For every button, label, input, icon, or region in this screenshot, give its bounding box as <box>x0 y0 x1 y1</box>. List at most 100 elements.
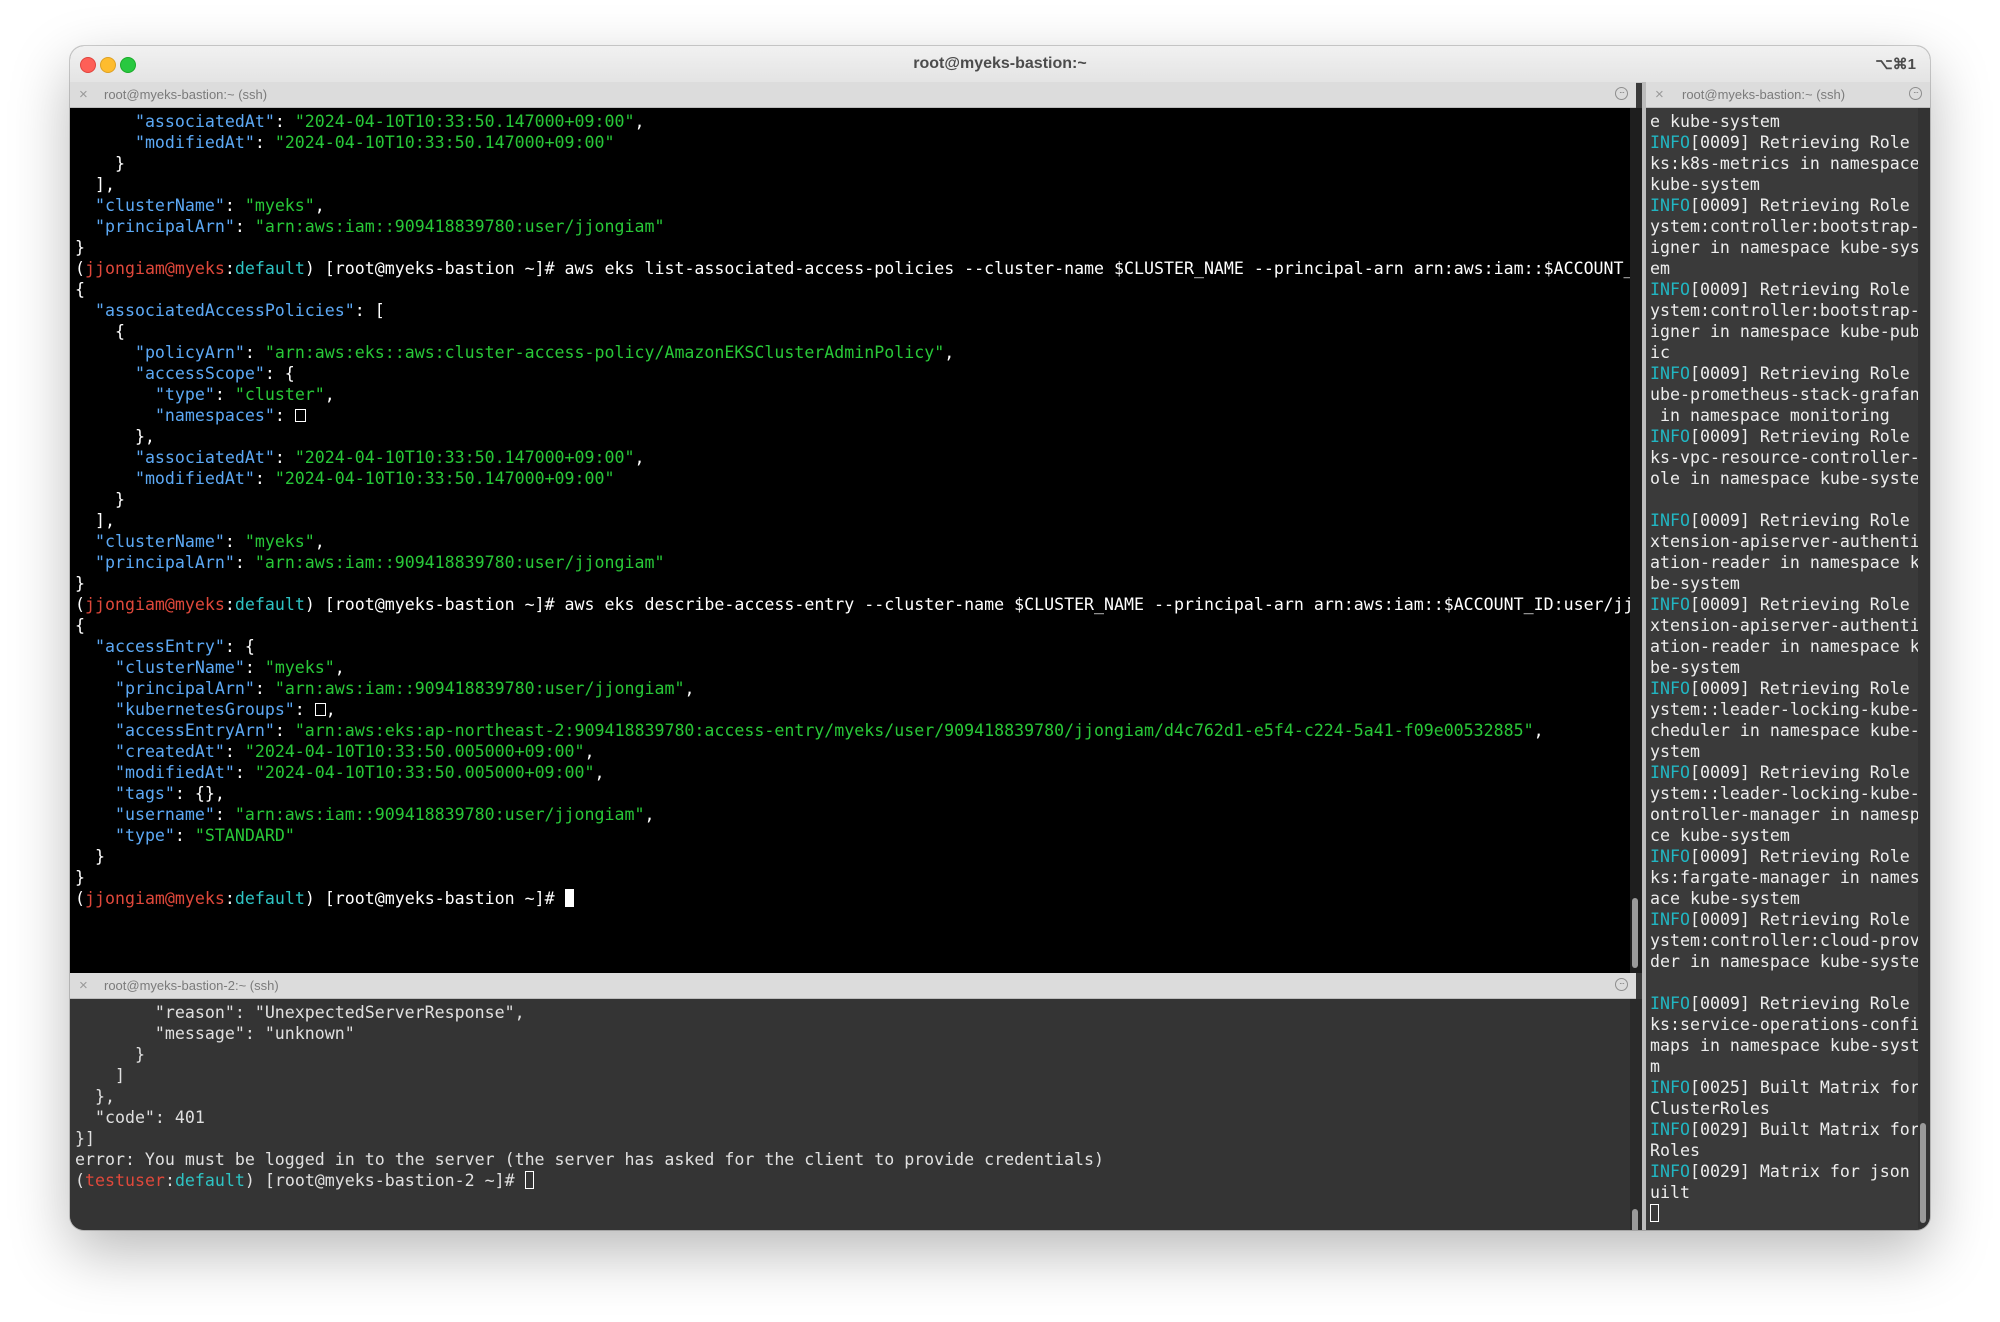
terminal-line: (jjongiam@myeks:default) [root@myeks-bas… <box>75 594 1630 615</box>
terminal-line: (jjongiam@myeks:default) [root@myeks-bas… <box>75 258 1630 279</box>
terminal-text: } <box>75 238 85 257</box>
terminal-line: be-system <box>1650 657 1918 678</box>
terminal-text: } <box>75 1045 145 1064</box>
pane-tab-title: root@myeks-bastion:~ (ssh) <box>104 87 268 102</box>
terminal-text: "2024-04-10T10:33:50.147000+09:00" <box>294 448 635 467</box>
scrollbar-top[interactable] <box>1630 108 1642 973</box>
terminal-text: ation-reader in namespace ku <box>1650 637 1918 656</box>
terminal-text: } <box>75 490 125 509</box>
pane-tab-top[interactable]: × root@myeks-bastion:~ (ssh) ··· <box>70 82 1636 108</box>
terminal-text: "reason": "UnexpectedServerResponse", <box>75 1003 525 1022</box>
terminal-text: INFO <box>1650 763 1690 782</box>
more-options-icon[interactable]: ··· <box>1909 87 1922 100</box>
more-options-icon[interactable]: ··· <box>1615 87 1628 100</box>
terminal-text: [0009] Retrieving Role e <box>1689 427 1918 446</box>
terminal-text: ], <box>75 175 115 194</box>
terminal-line: be-system <box>1650 573 1918 594</box>
terminal-line: } <box>75 237 1630 258</box>
terminal-text: "2024-04-10T10:33:50.147000+09:00" <box>274 469 615 488</box>
terminal-text: maps in namespace kube-syste <box>1650 1036 1918 1055</box>
terminal-line: "associatedAt": "2024-04-10T10:33:50.147… <box>75 111 1630 132</box>
terminal-text: ks-vpc-resource-controller-r <box>1650 448 1918 467</box>
terminal-text: ], <box>75 511 115 530</box>
terminal-text: "2024-04-10T10:33:50.005000+09:00" <box>244 742 585 761</box>
window-shortcut: ⌥⌘1 <box>1875 56 1916 73</box>
terminal-window: root@myeks-bastion:~ ⌥⌘1 × root@myeks-ba… <box>70 46 1930 1230</box>
scrollbar-thumb[interactable] <box>1632 898 1638 968</box>
terminal-line: INFO[0009] Retrieving Role s <box>1650 279 1918 300</box>
terminal-line: Roles <box>1650 1140 1918 1161</box>
scrollbar-thumb[interactable] <box>1920 1123 1926 1223</box>
terminal-line: kube-system <box>1650 174 1918 195</box>
terminal-line: (testuser:default) [root@myeks-bastion-2… <box>75 1170 1630 1191</box>
terminal-line: } <box>75 573 1630 594</box>
terminal-text: ks:service-operations-config <box>1650 1015 1918 1034</box>
terminal-line: "accessEntryArn": "arn:aws:eks:ap-northe… <box>75 720 1630 741</box>
terminal-text: [0009] Retrieving Role s <box>1689 196 1918 215</box>
empty-array-glyph <box>294 409 306 422</box>
terminal-text: , <box>634 448 645 467</box>
terminal-line: INFO[0029] Built Matrix for <box>1650 1119 1918 1140</box>
scrollbar-bottom[interactable] <box>1630 999 1642 1230</box>
terminal-text: ation-reader in namespace ku <box>1650 553 1918 572</box>
terminal-line: (jjongiam@myeks:default) [root@myeks-bas… <box>75 888 1630 909</box>
terminal-text: [0009] Retrieving Role s <box>1689 280 1918 299</box>
terminal-line: } <box>75 489 1630 510</box>
terminal-text: INFO <box>1650 280 1690 299</box>
terminal-text: : <box>224 259 235 278</box>
terminal-text: [0009] Retrieving Role e <box>1689 511 1918 530</box>
close-pane-icon[interactable]: × <box>79 86 88 103</box>
terminal-line: "createdAt": "2024-04-10T10:33:50.005000… <box>75 741 1630 762</box>
close-pane-icon[interactable]: × <box>1655 86 1664 103</box>
terminal-pane-right[interactable]: e kube-system INFO[0009] Retrieving Role … <box>1646 108 1918 1230</box>
terminal-text: "modifiedAt" <box>134 469 255 488</box>
pane-tab-right[interactable]: × root@myeks-bastion:~ (ssh) ··· <box>1646 82 1930 108</box>
terminal-line: INFO[0025] Built Matrix for <box>1650 1077 1918 1098</box>
more-options-icon[interactable]: ··· <box>1615 978 1628 991</box>
terminal-pane-bottom[interactable]: "reason": "UnexpectedServerResponse", "m… <box>70 999 1630 1230</box>
terminal-line: xtension-apiserver-authentic <box>1650 615 1918 636</box>
text-cursor[interactable] <box>524 1171 534 1189</box>
text-cursor[interactable] <box>1650 1204 1659 1222</box>
pane-tab-bottom[interactable]: × root@myeks-bastion-2:~ (ssh) ··· <box>70 973 1636 999</box>
terminal-text: "clusterName" <box>94 532 225 551</box>
terminal-text: "associatedAt" <box>134 112 275 131</box>
terminal-text: ic <box>1650 343 1670 362</box>
terminal-text: jjongiam@myeks <box>85 259 225 278</box>
terminal-text: ystem::leader-locking-kube-c <box>1650 784 1918 803</box>
terminal-text: "accessEntry" <box>94 637 225 656</box>
terminal-line: "modifiedAt": "2024-04-10T10:33:50.14700… <box>75 132 1630 153</box>
terminal-text: : { <box>224 637 255 656</box>
terminal-text: "clusterName" <box>114 658 245 677</box>
close-pane-icon[interactable]: × <box>79 977 88 994</box>
terminal-text: "createdAt" <box>114 742 225 761</box>
terminal-line: ole in namespace kube-system <box>1650 468 1918 489</box>
terminal-text: , <box>314 532 325 551</box>
terminal-text: : <box>224 595 235 614</box>
terminal-line: "code": 401 <box>75 1107 1630 1128</box>
terminal-text: "arn:aws:iam::909418839780:user/jjongiam… <box>254 217 665 236</box>
terminal-text: INFO <box>1650 1162 1690 1181</box>
terminal-text: INFO <box>1650 196 1690 215</box>
terminal-pane-top[interactable]: "associatedAt": "2024-04-10T10:33:50.147… <box>70 108 1630 973</box>
terminal-line: INFO[0009] Retrieving Role e <box>1650 426 1918 447</box>
scrollbar-thumb[interactable] <box>1632 1209 1638 1230</box>
terminal-text: INFO <box>1650 1078 1690 1097</box>
terminal-line: { <box>75 279 1630 300</box>
terminal-text: "arn:aws:eks::aws:cluster-access-policy/… <box>264 343 945 362</box>
terminal-text: "modifiedAt" <box>134 133 255 152</box>
terminal-line: ube-prometheus-stack-grafana <box>1650 384 1918 405</box>
terminal-text: "2024-04-10T10:33:50.147000+09:00" <box>294 112 635 131</box>
terminal-text: ace kube-system <box>1650 889 1800 908</box>
terminal-text: : <box>274 112 295 131</box>
terminal-text: [0009] Retrieving Role s <box>1689 763 1918 782</box>
text-cursor[interactable] <box>564 889 574 907</box>
terminal-line: INFO[0009] Retrieving Role e <box>1650 510 1918 531</box>
scrollbar-right[interactable] <box>1918 108 1930 1230</box>
terminal-line: "policyArn": "arn:aws:eks::aws:cluster-a… <box>75 342 1630 363</box>
terminal-text: "kubernetesGroups" <box>114 700 295 719</box>
terminal-line: ace kube-system <box>1650 888 1918 909</box>
terminal-text: kube-system <box>1650 175 1760 194</box>
